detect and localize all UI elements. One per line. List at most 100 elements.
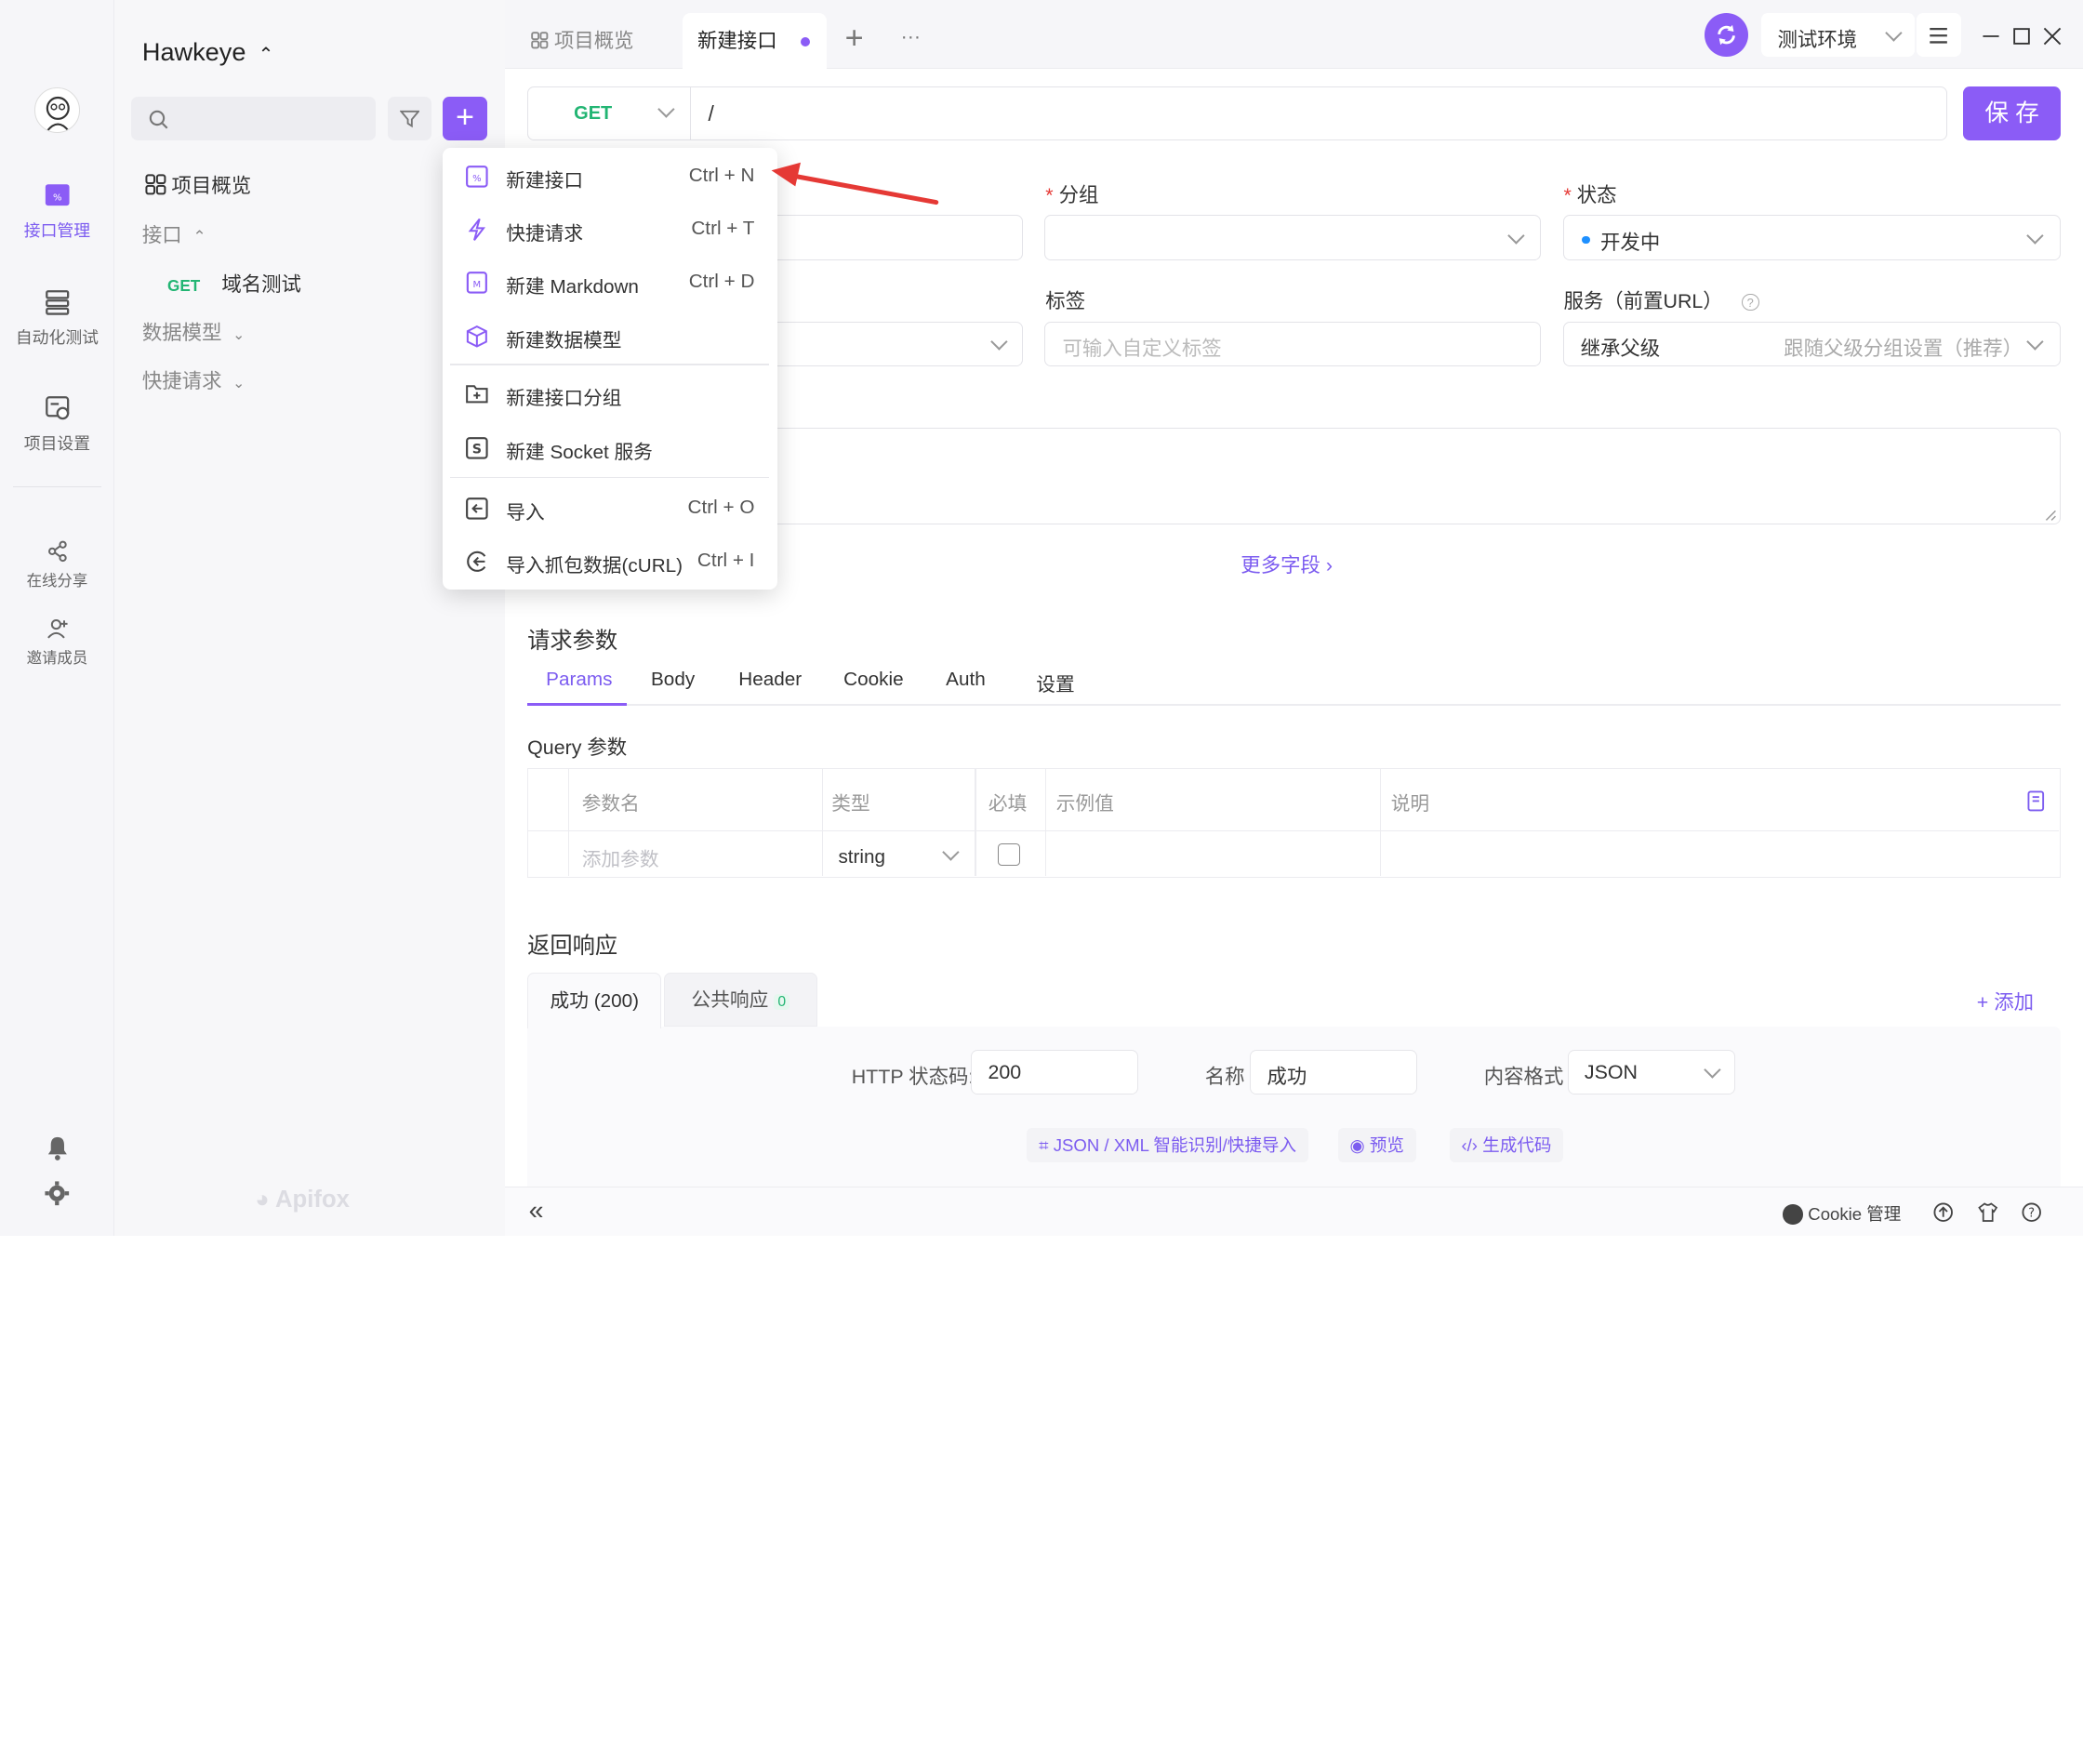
api-icon: % (466, 166, 488, 188)
url-input[interactable]: / (708, 101, 713, 126)
cookie-manager-button[interactable]: Cookie 管理 (1783, 1200, 1901, 1226)
tab-label: 项目概览 (553, 30, 634, 53)
add-response-button[interactable]: + 添加 (1977, 987, 2034, 1015)
add-param-input[interactable]: 添加参数 (582, 843, 659, 871)
curl-import-icon (467, 551, 486, 573)
rail-automation-test[interactable]: 自动化测试 (0, 287, 114, 349)
minimize-icon[interactable] (1982, 27, 2000, 46)
rail-project-settings[interactable]: 项目设置 (0, 393, 114, 455)
menu-item-new-api-group[interactable]: 新建接口分组 (443, 368, 777, 421)
owner-select[interactable] (763, 321, 1023, 367)
tree-overview[interactable]: 项目概览 (145, 170, 251, 199)
menu-item-quick-request[interactable]: 快捷请求 Ctrl + T (443, 204, 777, 257)
filter-button[interactable] (388, 97, 432, 141)
close-icon[interactable] (2043, 27, 2062, 46)
menu-item-import-curl[interactable]: 导入抓包数据(cURL) Ctrl + I (443, 536, 777, 589)
tab-body[interactable]: Body (651, 669, 695, 691)
rail-online-share[interactable]: 在线分享 (0, 539, 114, 590)
tags-input[interactable]: 可输入自定义标签 (1043, 321, 1542, 367)
service-label: 服务（前置URL） ? (1563, 285, 1759, 314)
count-badge: 0 (774, 993, 790, 1010)
smart-import-button[interactable]: ⌗ JSON / XML 智能识别/快捷导入 (1027, 1127, 1308, 1163)
chevron-down-icon (1704, 1061, 1721, 1079)
upload-icon[interactable] (1933, 1202, 1953, 1222)
description-textarea[interactable] (763, 428, 2061, 525)
menu-label: 新建接口 (506, 170, 584, 192)
menu-label: 导入抓包数据(cURL) (506, 555, 683, 577)
menu-item-new-data-model[interactable]: 新建数据模型 (443, 310, 777, 363)
svg-text:?: ? (2029, 1207, 2036, 1221)
tab-cookie[interactable]: Cookie (843, 669, 903, 691)
more-fields-link[interactable]: 更多字段 › (1241, 550, 1333, 578)
group-select[interactable] (1043, 215, 1542, 260)
sync-button[interactable] (1704, 13, 1749, 58)
menu-label: 新建接口分组 (506, 388, 622, 410)
required-mark: * (1563, 183, 1572, 206)
resize-handle-icon[interactable] (2045, 510, 2057, 522)
maximize-icon[interactable] (2012, 27, 2031, 46)
app-window: % 接口管理 自动化测试 项目设置 在线分享 邀请成员 Hawkeye ⌃ + … (0, 0, 2083, 1764)
help-icon[interactable]: ? (1741, 293, 1759, 312)
tab-overview[interactable]: 项目概览 (531, 13, 634, 69)
project-switcher[interactable]: Hawkeye ⌃ (142, 37, 274, 67)
menu-item-new-socket[interactable]: S 新建 Socket 服务 (443, 421, 777, 474)
add-button[interactable]: + (442, 97, 488, 141)
hamburger-icon (1930, 28, 1948, 44)
collapse-sidebar-button[interactable]: « (529, 1196, 544, 1227)
tree-quick[interactable]: 快捷请求 ⌄ (142, 365, 245, 394)
menu-item-import[interactable]: 导入 Ctrl + O (443, 483, 777, 536)
query-title: Query 参数 (527, 736, 628, 760)
tab-label: 新建接口 (697, 30, 777, 53)
group-label: * 分组 (1045, 179, 1098, 208)
active-tab-indicator (527, 702, 628, 706)
service-hint: 跟随父级分组设置（推荐） (1784, 338, 2023, 361)
method-select[interactable]: GET (529, 87, 691, 139)
help-circle-icon[interactable]: ? (2022, 1202, 2042, 1222)
tab-settings[interactable]: 设置 (1036, 669, 1074, 696)
menu-label: 新建 Socket 服务 (506, 441, 653, 463)
env-menu-button[interactable] (1917, 13, 1961, 58)
status-select[interactable]: 开发中 (1563, 215, 2061, 260)
chevron-down-icon: ⌄ (232, 327, 245, 344)
chevron-down-icon: ⌄ (232, 375, 245, 391)
env-select[interactable]: 测试环境 (1761, 13, 1915, 58)
rail-invite-members[interactable]: 邀请成员 (0, 617, 114, 668)
rail-api-management[interactable]: % 接口管理 (0, 180, 114, 242)
type-select[interactable]: string (838, 843, 964, 869)
new-tab-button[interactable]: + (845, 10, 864, 66)
tab-public-response[interactable]: 公共响应 0 (664, 972, 817, 1028)
response-title: 返回响应 (527, 934, 618, 960)
tab-new-api[interactable]: 新建接口 (683, 13, 827, 70)
bell-icon[interactable] (46, 1134, 70, 1161)
tab-success[interactable]: 成功 (200) (527, 972, 662, 1028)
preview-button[interactable]: ◉ 预览 (1337, 1127, 1416, 1163)
tree-api-item[interactable]: GET 域名测试 (167, 269, 301, 298)
gear-icon[interactable] (44, 1180, 71, 1207)
menu-item-new-api[interactable]: % 新建接口 Ctrl + N (443, 150, 777, 203)
bulk-edit-icon[interactable] (2027, 790, 2046, 812)
more-tabs-button[interactable]: ··· (901, 8, 921, 64)
shirt-icon[interactable] (1978, 1202, 1998, 1222)
tree-models-label: 数据模型 (141, 322, 222, 345)
format-select[interactable]: JSON (1567, 1049, 1735, 1095)
name-field[interactable] (763, 215, 1023, 260)
share-icon (47, 540, 67, 563)
tree-models[interactable]: 数据模型 ⌄ (142, 317, 245, 346)
svg-text:%: % (472, 174, 482, 184)
tab-auth[interactable]: Auth (946, 669, 986, 691)
required-checkbox[interactable] (997, 843, 1021, 867)
tree-apis[interactable]: 接口 ⌃ (142, 219, 206, 248)
save-button[interactable]: 保 存 (1963, 86, 2061, 141)
codegen-button[interactable]: ‹/› 生成代码 (1449, 1127, 1564, 1163)
header-example: 示例值 (1055, 793, 1114, 816)
response-name-input[interactable]: 成功 (1250, 1049, 1418, 1095)
service-select[interactable]: 继承父级 跟随父级分组设置（推荐） (1563, 321, 2061, 367)
tab-header[interactable]: Header (738, 669, 802, 691)
avatar[interactable] (34, 87, 80, 133)
http-code-input[interactable]: 200 (971, 1049, 1139, 1095)
menu-item-new-markdown[interactable]: M 新建 Markdown Ctrl + D (443, 257, 777, 310)
header-description: 说明 (1390, 793, 1430, 816)
format-label: 内容格式 (1483, 1066, 1564, 1089)
tab-params[interactable]: Params (546, 669, 612, 691)
search-input[interactable] (131, 97, 377, 141)
